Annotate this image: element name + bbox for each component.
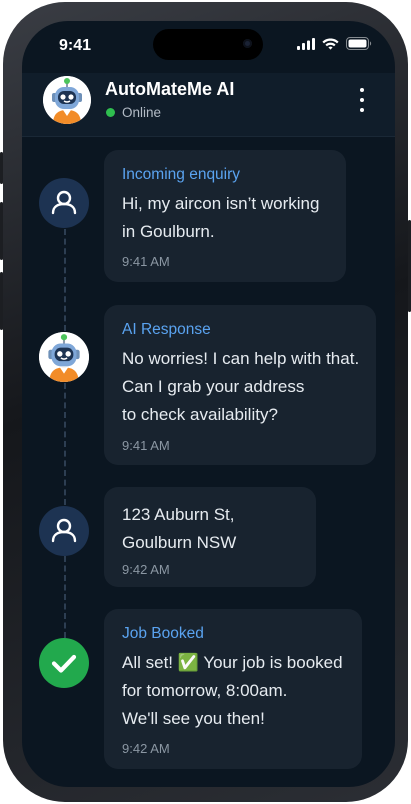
wifi-icon <box>322 38 339 50</box>
timeline-connector <box>64 556 66 638</box>
timeline-connector <box>64 383 66 505</box>
screen: 9:41 AutoMateMe AI Online Incoming enqui… <box>22 21 395 787</box>
camera-icon <box>243 39 252 48</box>
status-time: 9:41 <box>59 37 92 54</box>
volume-up-button <box>0 202 3 260</box>
message-label: Incoming enquiry <box>122 166 241 183</box>
message-bubble-incoming-enquiry: Incoming enquiry Hi, my aircon isn’t wor… <box>104 150 346 282</box>
message-bubble-ai-response: AI Response No worries! I can help with … <box>104 305 376 465</box>
message-text-line: No worries! I can help with that. <box>122 349 360 368</box>
user-avatar <box>39 506 89 556</box>
message-label: Job Booked <box>122 625 204 642</box>
online-status-dot <box>106 108 115 117</box>
message-text-line: All set! ✅ Your job is booked <box>122 653 343 672</box>
status-bar: 9:41 <box>22 21 395 73</box>
job-booked-badge <box>39 638 89 688</box>
message-bubble-address: 123 Auburn St, Goulburn NSW 9:42 AM <box>104 487 316 587</box>
dynamic-island <box>153 29 263 60</box>
phone-frame: 9:41 AutoMateMe AI Online Incoming enqui… <box>0 2 411 802</box>
volume-down-button <box>0 272 3 330</box>
message-text-line: Hi, my aircon isn’t working <box>122 194 320 213</box>
battery-icon <box>346 37 372 50</box>
message-text-line: Goulburn NSW <box>122 533 237 552</box>
user-icon <box>51 190 77 215</box>
more-options-button[interactable] <box>350 85 374 115</box>
user-avatar <box>39 178 89 228</box>
message-bubble-job-booked: Job Booked All set! ✅ Your job is booked… <box>104 609 362 769</box>
online-status-text: Online <box>122 105 162 120</box>
message-text-line: Can I grab your address <box>122 377 305 396</box>
message-text-line: We'll see you then! <box>122 709 265 728</box>
timeline-connector <box>64 229 66 331</box>
message-text-line: 123 Auburn St, <box>122 505 235 524</box>
message-text-line: for tomorrow, 8:00am. <box>122 681 288 700</box>
status-icons <box>297 37 373 50</box>
message-timestamp: 9:41 AM <box>122 438 170 453</box>
message-timestamp: 9:42 AM <box>122 562 170 577</box>
robot-avatar-icon <box>43 76 91 124</box>
message-timestamp: 9:42 AM <box>122 741 170 756</box>
message-text-line: to check availability? <box>122 405 278 424</box>
message-label: AI Response <box>122 321 211 338</box>
cellular-signal-icon <box>297 37 315 50</box>
user-icon <box>51 518 77 543</box>
action-button <box>0 152 3 184</box>
chat-title: AutoMateMe AI <box>105 79 235 99</box>
check-icon <box>51 654 77 673</box>
message-text-line: in Goulburn. <box>122 222 215 241</box>
more-vertical-icon <box>360 88 364 92</box>
message-timestamp: 9:41 AM <box>122 254 170 269</box>
chat-header: AutoMateMe AI Online <box>22 73 395 137</box>
robot-avatar-icon <box>39 332 89 382</box>
